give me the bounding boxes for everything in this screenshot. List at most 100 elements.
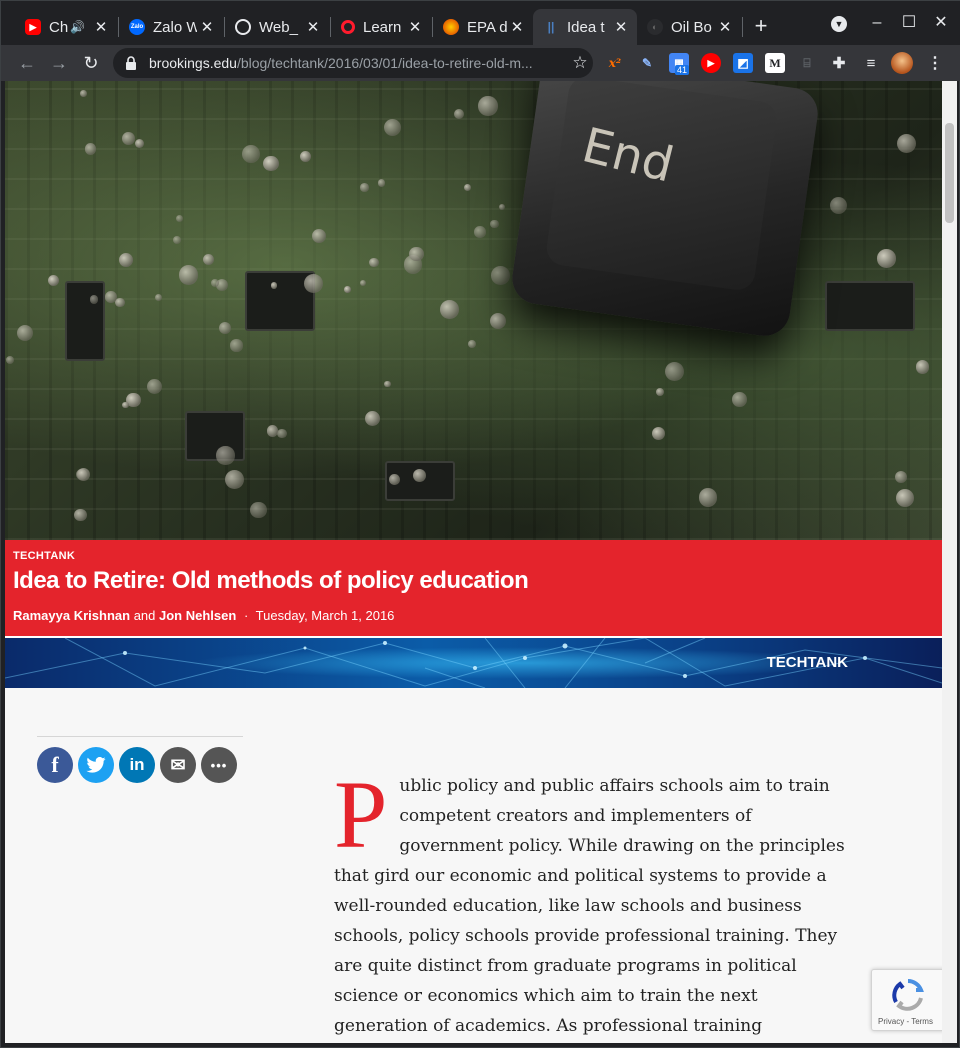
new-tab-button[interactable]: + xyxy=(749,13,773,41)
recaptcha-icon xyxy=(892,979,924,1011)
facebook-share-button[interactable]: f xyxy=(37,747,73,783)
avatar[interactable] xyxy=(891,52,913,74)
recaptcha-links[interactable]: Privacy - Terms xyxy=(878,1017,933,1026)
banner-label: TECHTANK xyxy=(766,654,848,671)
circuit-component xyxy=(85,143,97,155)
close-icon[interactable]: ✕ xyxy=(303,18,323,36)
close-window-button[interactable]: ✕ xyxy=(929,11,953,35)
chevron-down-icon: ▼ xyxy=(831,16,847,32)
twitter-share-button[interactable] xyxy=(78,747,114,783)
circuit-component xyxy=(118,252,133,267)
circuit-component xyxy=(344,286,352,294)
back-button[interactable]: ← xyxy=(13,49,41,77)
circuit-component xyxy=(655,387,664,397)
circuit-component xyxy=(122,131,135,145)
circuit-component xyxy=(388,474,400,486)
tab-epa[interactable]: EPA d ✕ xyxy=(433,9,533,45)
author-link[interactable]: Jon Nehlsen xyxy=(159,608,236,623)
circuit-component xyxy=(270,281,278,289)
tab-github[interactable]: Web_ ✕ xyxy=(225,9,329,45)
email-share-button[interactable]: ✉ xyxy=(160,747,196,783)
circuit-component xyxy=(242,145,260,163)
github-icon xyxy=(235,19,251,35)
circuit-component xyxy=(250,501,267,519)
close-icon[interactable]: ✕ xyxy=(405,18,425,36)
tab-separator xyxy=(742,17,743,37)
circuit-component xyxy=(490,219,500,229)
circuit-component xyxy=(490,266,510,286)
linkedin-icon: in xyxy=(129,755,145,774)
tab-brookings-active[interactable]: || Idea t ✕ xyxy=(533,9,637,45)
address-bar[interactable]: brookings.edu/blog/techtank/2016/03/01/i… xyxy=(113,48,593,78)
recaptcha-badge[interactable]: Privacy - Terms xyxy=(871,969,942,1031)
speaker-icon[interactable]: 🔊 xyxy=(70,20,85,34)
article-kicker[interactable]: TECHTANK xyxy=(13,550,75,562)
circuit-component xyxy=(74,509,87,522)
forward-button[interactable]: → xyxy=(45,49,73,77)
circuit-component xyxy=(359,279,366,286)
page-scrollbar[interactable] xyxy=(942,81,957,1043)
close-icon[interactable]: ✕ xyxy=(91,18,111,36)
puzzle-icon[interactable]: ✚ xyxy=(829,53,849,73)
publish-date: Tuesday, March 1, 2016 xyxy=(255,608,395,623)
tab-title: Idea t xyxy=(567,18,605,36)
article-header: TECHTANK Idea to Retire: Old methods of … xyxy=(5,540,942,636)
menu-dots-icon[interactable]: ⋮ xyxy=(925,53,945,73)
article-body: Public policy and public affairs schools… xyxy=(334,761,846,1043)
more-share-button[interactable]: ••• xyxy=(201,747,237,783)
ribbon-icon[interactable]: ⌸ xyxy=(797,53,817,73)
circuit-component xyxy=(173,235,182,244)
superscript-icon[interactable]: x² xyxy=(605,53,625,73)
byline-separator: · xyxy=(243,608,249,623)
tab-search-button[interactable]: ▼ xyxy=(827,11,851,35)
close-icon[interactable]: ✕ xyxy=(715,18,735,36)
close-icon[interactable]: ✕ xyxy=(611,18,631,36)
share-divider xyxy=(37,736,243,737)
circuit-component xyxy=(218,321,232,334)
circuit-component xyxy=(105,291,117,303)
pen-icon[interactable]: ✎ xyxy=(637,53,657,73)
circuit-component xyxy=(664,362,684,382)
circuit-component xyxy=(89,295,98,304)
tab-youtube[interactable]: ▶ Ch 🔊 ✕ xyxy=(15,9,117,45)
twitter-icon xyxy=(86,757,106,773)
browser-toolbar: ← → ↻ brookings.edu/blog/techtank/2016/0… xyxy=(1,45,960,81)
maximize-button[interactable]: ☐ xyxy=(897,11,921,35)
bookmark-ext-icon[interactable]: ◩ xyxy=(733,53,753,73)
circuit-component xyxy=(311,228,327,244)
circuit-component xyxy=(263,155,279,172)
circuit-component xyxy=(468,339,476,348)
circuit-component xyxy=(498,203,506,211)
web-page: End TECHTANK Idea to Retire: Old methods… xyxy=(5,81,942,1043)
youtube-ext-icon[interactable]: ▶ xyxy=(701,53,721,73)
tab-title: Learn xyxy=(363,18,402,36)
linkedin-share-button[interactable]: in xyxy=(119,747,155,783)
bookmark-star-icon[interactable]: ☆ xyxy=(567,53,593,73)
opera-icon xyxy=(341,20,355,34)
tab-title: Ch xyxy=(49,18,69,36)
circuit-component xyxy=(16,324,34,342)
tab-learn[interactable]: Learn ✕ xyxy=(331,9,431,45)
circuit-component xyxy=(224,470,244,489)
circuit-component xyxy=(651,427,665,441)
paragraph-text: ublic policy and public affairs schools … xyxy=(334,776,845,1036)
tab-oil[interactable]: ◐ Oil Bo ✕ xyxy=(637,9,741,45)
scrollbar-thumb[interactable] xyxy=(945,123,954,223)
circuit-component xyxy=(829,197,847,215)
m-icon[interactable]: M xyxy=(765,53,785,73)
techtank-banner[interactable]: TECHTANK xyxy=(5,638,942,688)
arrow-right-icon: → xyxy=(50,53,68,73)
author-link[interactable]: Ramayya Krishnan xyxy=(13,608,130,623)
youtube-icon: ▶ xyxy=(25,19,41,35)
circuit-component xyxy=(454,109,465,120)
media-icon[interactable]: ≡ xyxy=(861,53,881,73)
drop-cap: P xyxy=(334,761,388,868)
minimize-button[interactable]: – xyxy=(865,11,889,35)
close-icon[interactable]: ✕ xyxy=(507,18,527,36)
circuit-component xyxy=(409,246,424,262)
circuit-component xyxy=(440,300,459,320)
reload-button[interactable]: ↻ xyxy=(77,49,105,77)
brookings-icon: || xyxy=(543,19,559,35)
close-icon[interactable]: ✕ xyxy=(197,18,217,36)
tab-zalo[interactable]: Zalo Zalo W ✕ xyxy=(119,9,223,45)
